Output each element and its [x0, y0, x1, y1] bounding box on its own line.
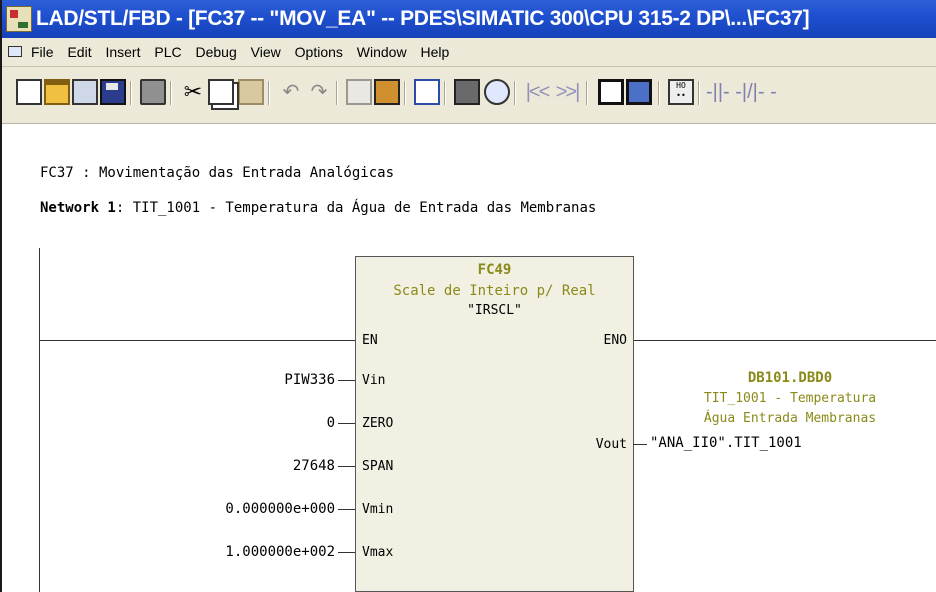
- toolbar-separator: [514, 81, 516, 105]
- toolbar-separator: [336, 81, 338, 105]
- io-icon[interactable]: HO ••: [668, 79, 694, 105]
- toolbar-separator: [268, 81, 270, 105]
- accessible-nodes-icon[interactable]: [72, 79, 98, 105]
- toolbar-separator: [658, 81, 660, 105]
- menu-options[interactable]: Options: [290, 38, 348, 66]
- menu-bar: File Edit Insert PLC Debug View Options …: [2, 38, 936, 67]
- pin-eno: ENO: [603, 333, 627, 348]
- menu-window[interactable]: Window: [352, 38, 412, 66]
- cut-icon[interactable]: ✂: [180, 79, 206, 105]
- menu-help[interactable]: Help: [415, 38, 454, 66]
- print-icon[interactable]: [140, 79, 166, 105]
- toolbar-separator: [586, 81, 588, 105]
- redo-icon[interactable]: ↷: [306, 79, 332, 105]
- block-symbol: "IRSCL": [467, 303, 522, 318]
- output-vout-value[interactable]: "ANA_II0".TIT_1001: [650, 435, 802, 451]
- output-comment-line2: Água Entrada Membranas: [703, 411, 877, 426]
- output-address: DB101.DBD0: [747, 370, 833, 386]
- pin-vout: Vout: [595, 437, 627, 452]
- details-window-icon[interactable]: [598, 79, 624, 105]
- input-vmax-value[interactable]: 1.000000e+002: [135, 544, 335, 560]
- glasses-icon[interactable]: [484, 79, 510, 105]
- paste-icon[interactable]: [238, 79, 264, 105]
- pin-vmax: Vmax: [362, 545, 394, 560]
- save-icon[interactable]: [100, 79, 126, 105]
- overview-icon[interactable]: [414, 79, 440, 105]
- new-icon[interactable]: [16, 79, 42, 105]
- pin-vin: Vin: [362, 373, 386, 388]
- document-icon[interactable]: [8, 46, 22, 57]
- toolbar-separator: [404, 81, 406, 105]
- function-block-fc49[interactable]: FC49 Scale de Inteiro p/ Real "IRSCL" EN…: [355, 256, 634, 592]
- toolbar-separator: [130, 81, 132, 105]
- input-zero-value[interactable]: 0: [135, 415, 335, 431]
- menu-edit[interactable]: Edit: [62, 38, 96, 66]
- undo-icon[interactable]: ↶: [278, 79, 304, 105]
- wire-vmin: [338, 509, 355, 510]
- copy-icon[interactable]: [208, 79, 234, 105]
- pin-zero: ZERO: [362, 416, 394, 431]
- window-title: LAD/STL/FBD - [FC37 -- "MOV_EA" -- PDES\…: [36, 7, 810, 30]
- wire-span: [338, 466, 355, 467]
- wire-vin: [338, 380, 355, 381]
- next-icon[interactable]: >>|: [554, 79, 581, 105]
- editor-window: LAD/STL/FBD - [FC37 -- "MOV_EA" -- PDES\…: [0, 0, 936, 592]
- title-bar[interactable]: LAD/STL/FBD - [FC37 -- "MOV_EA" -- PDES\…: [2, 0, 936, 38]
- block-description: Scale de Inteiro p/ Real: [393, 283, 596, 299]
- wire-zero: [338, 423, 355, 424]
- block-comment[interactable]: FC37 : Movimentação das Entrada Analógic…: [40, 165, 394, 181]
- network-title-text: : TIT_1001 - Temperatura da Água de Entr…: [115, 200, 597, 216]
- menu-insert[interactable]: Insert: [100, 38, 145, 66]
- prev-icon[interactable]: |<<: [524, 79, 551, 105]
- menu-file[interactable]: File: [26, 38, 59, 66]
- pin-en: EN: [362, 333, 378, 348]
- program-elements-icon[interactable]: [626, 79, 652, 105]
- monitor-icon[interactable]: [454, 79, 480, 105]
- toolbar-separator: [698, 81, 700, 105]
- app-icon[interactable]: [6, 6, 32, 32]
- open-icon[interactable]: [44, 79, 70, 105]
- output-comment-line1: TIT_1001 - Temperatura: [703, 391, 877, 406]
- input-vin-value[interactable]: PIW336: [135, 372, 335, 388]
- network-title[interactable]: Network 1: TIT_1001 - Temperatura da Águ…: [40, 200, 596, 216]
- block-name: FC49: [477, 262, 512, 278]
- pin-vmin: Vmin: [362, 502, 394, 517]
- menu-plc[interactable]: PLC: [149, 38, 186, 66]
- input-span-value[interactable]: 27648: [135, 458, 335, 474]
- contact-icons[interactable]: -||- -|/|- -: [706, 79, 936, 105]
- input-vmin-value[interactable]: 0.000000e+000: [135, 501, 335, 517]
- menu-view[interactable]: View: [246, 38, 286, 66]
- network-label: Network 1: [40, 200, 116, 216]
- pin-span: SPAN: [362, 459, 394, 474]
- simulation-icon[interactable]: [346, 79, 372, 105]
- toolbar-separator: [170, 81, 172, 105]
- wire-vmax: [338, 552, 355, 553]
- toolbar: ✂ ↶ ↷ |<< >>| HO •• -||- -|/|- -: [2, 67, 936, 124]
- wire-vout: [633, 444, 647, 445]
- menu-debug[interactable]: Debug: [191, 38, 242, 66]
- toolbar-separator: [444, 81, 446, 105]
- power-rail: [39, 248, 40, 592]
- download-icon[interactable]: [374, 79, 400, 105]
- en-connection[interactable]: [39, 340, 357, 341]
- eno-connection[interactable]: [632, 340, 936, 341]
